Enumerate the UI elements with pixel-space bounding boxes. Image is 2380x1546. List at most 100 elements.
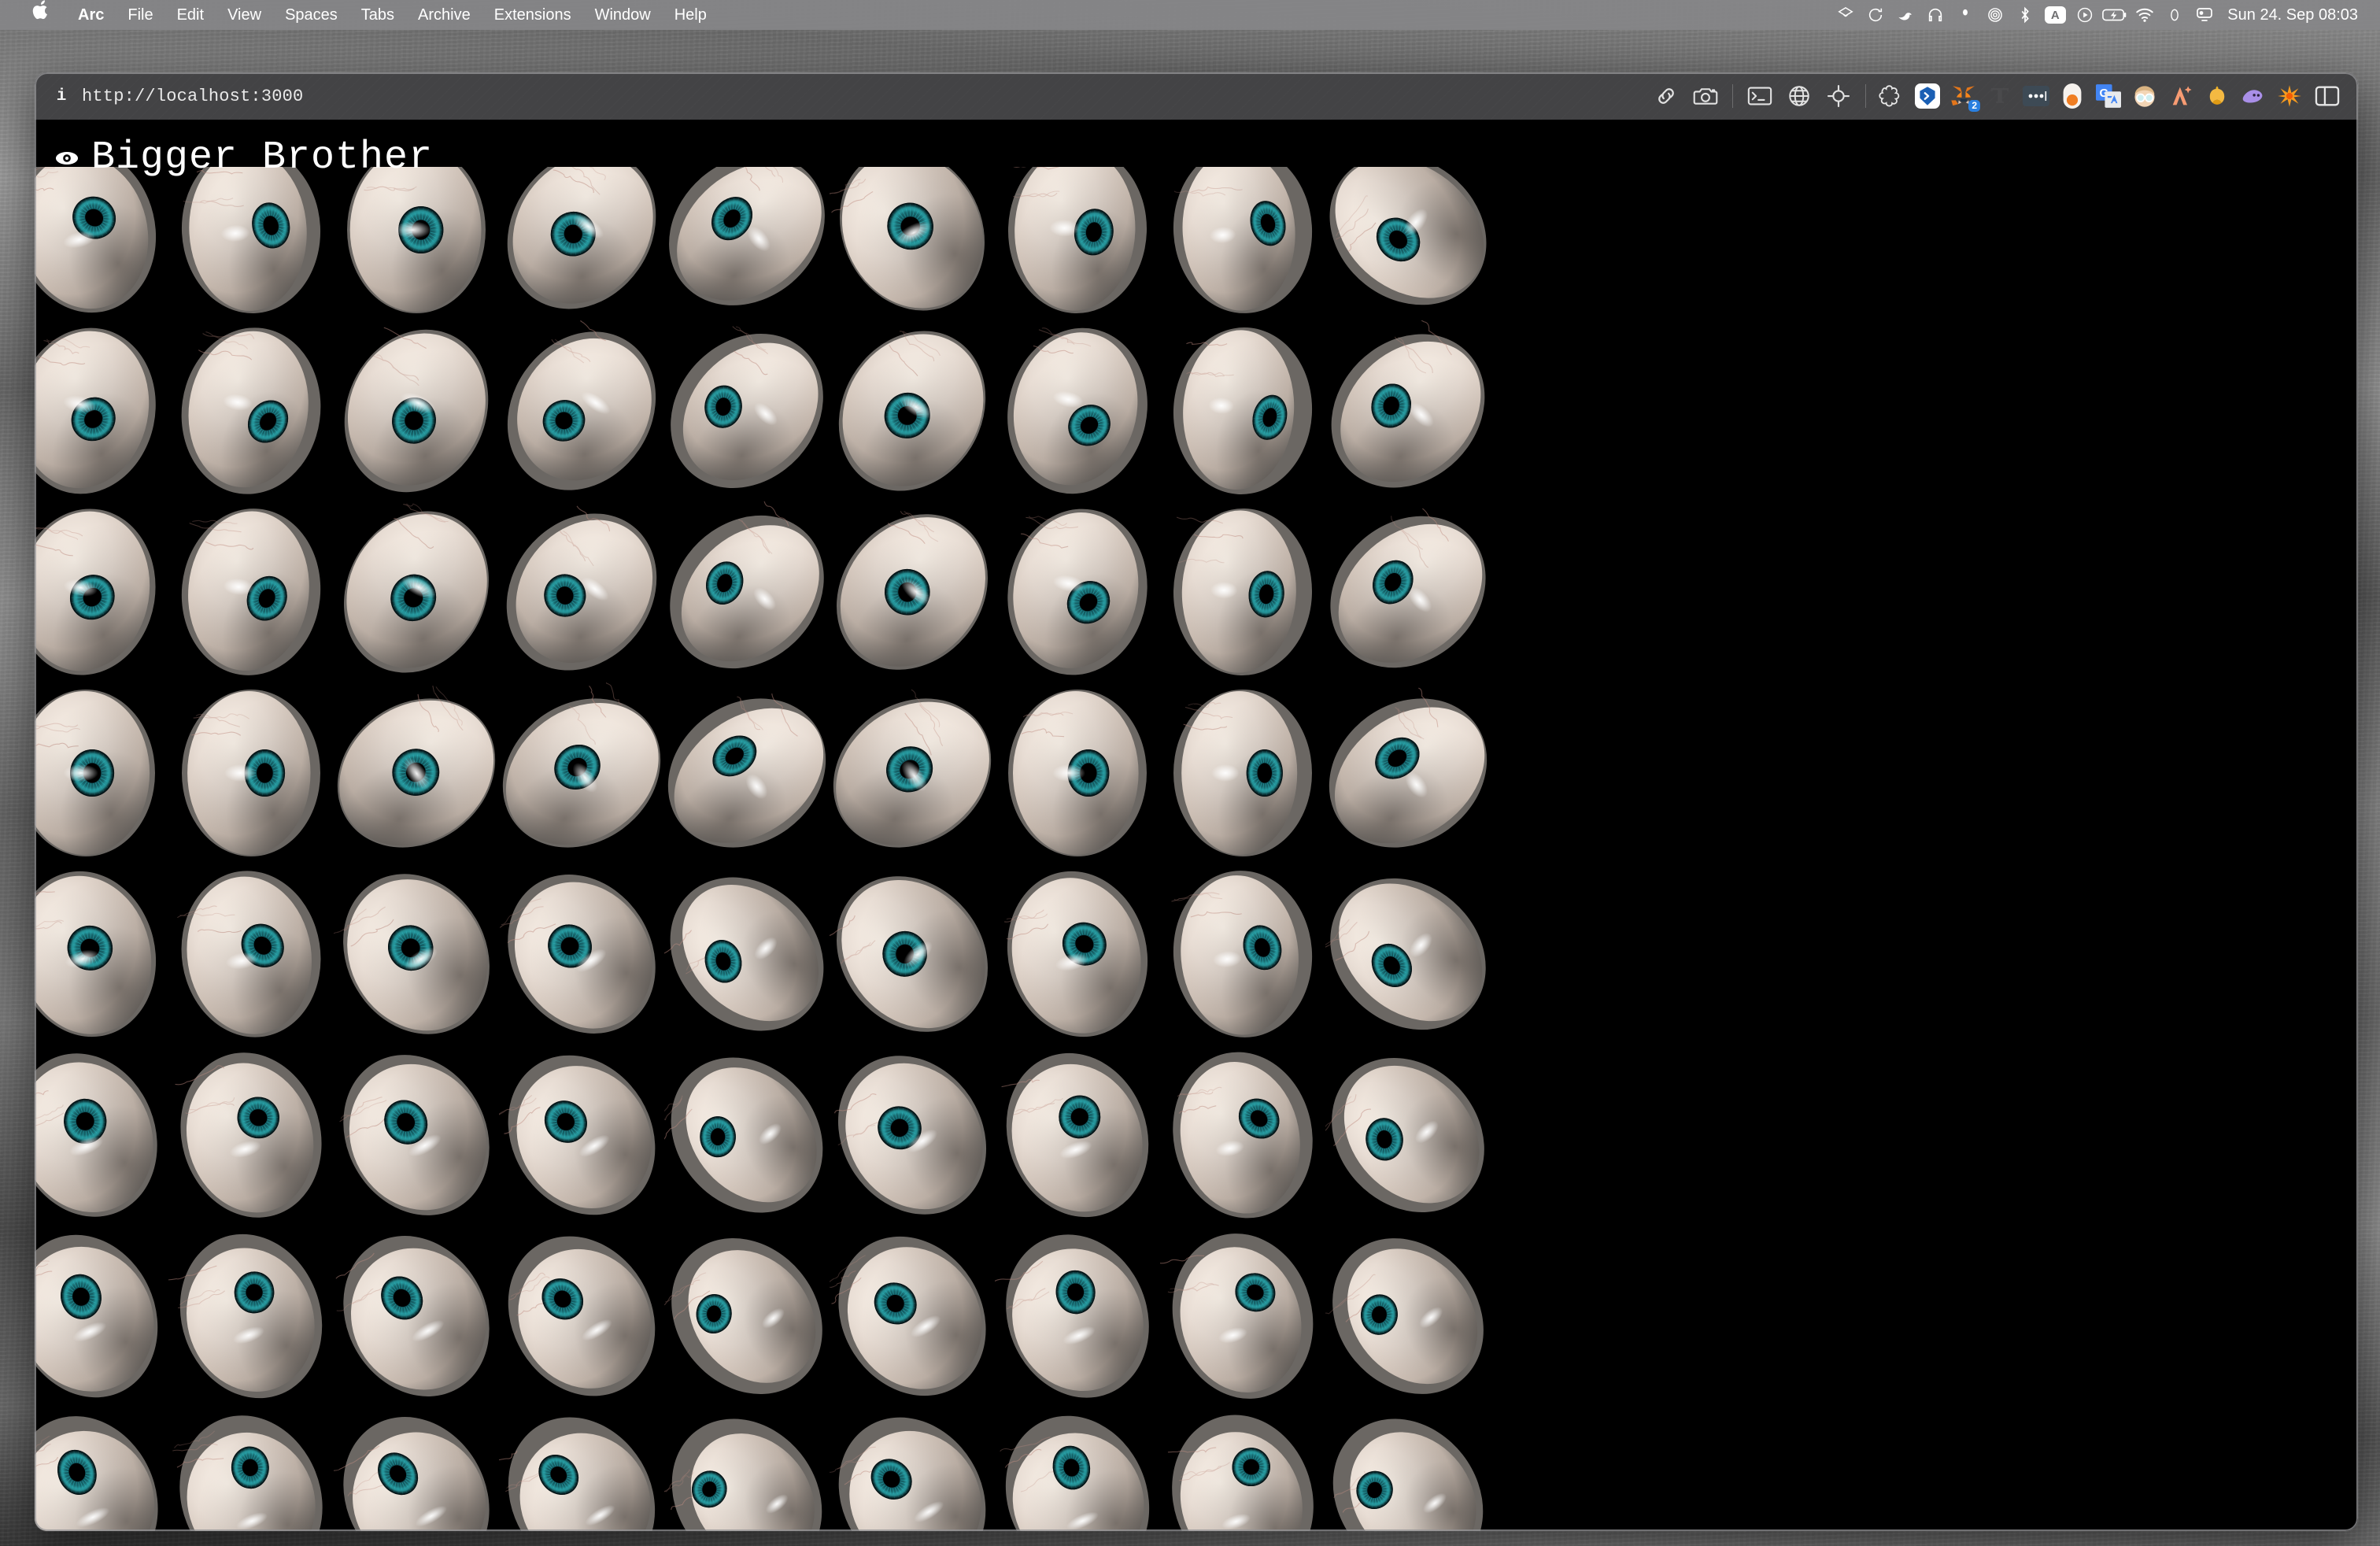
eyeball-cell [168, 167, 334, 320]
menu-bar-clock[interactable]: Sun 24. Sep 08:03 [2219, 6, 2363, 24]
eyeball-cell [995, 167, 1160, 320]
eyeball [830, 501, 995, 682]
eyeball-cell [499, 864, 664, 1045]
crosshair-target-icon[interactable] [1819, 79, 1858, 113]
address-bar-url[interactable]: http://localhost:3000 [76, 87, 303, 106]
eyeball-cell [1325, 1407, 1491, 1531]
eyeball-cell [499, 167, 664, 320]
eyeball [830, 1045, 995, 1226]
eyeball [664, 167, 830, 320]
serif-t-extension-icon[interactable] [1982, 79, 2018, 113]
url-area[interactable]: i http://localhost:3000 [47, 82, 304, 110]
display-icon[interactable] [2190, 0, 2219, 30]
menu-extensions[interactable]: Extensions [482, 0, 583, 30]
eyeball-cell [168, 320, 334, 501]
toolbar-divider [1732, 84, 1733, 108]
eyeball [1325, 320, 1491, 501]
eyeball-cell [499, 1045, 664, 1226]
eyeball-cell [995, 864, 1160, 1045]
globe-icon[interactable] [1779, 79, 1819, 113]
orange-starburst-extension-icon[interactable] [2271, 79, 2308, 113]
password-dots-extension-icon[interactable] [2018, 79, 2054, 113]
eyeball [499, 864, 664, 1045]
google-translate-extension-icon[interactable]: G [2090, 79, 2127, 113]
eyeball [499, 320, 664, 501]
person-icon[interactable] [1950, 0, 1980, 30]
bluetooth-icon[interactable] [2010, 0, 2040, 30]
eyeball-cell [35, 167, 168, 320]
eyeball [830, 682, 995, 864]
wifi-icon[interactable] [2130, 0, 2160, 30]
browser-window: i http://localhost:3000 2 G Bigger Broth… [35, 72, 2358, 1531]
eyeball-cell [35, 501, 168, 682]
eyeball [1160, 1226, 1325, 1407]
bird-icon[interactable] [1890, 0, 1920, 30]
eyeball-cell [1160, 501, 1325, 682]
dropbox-icon[interactable] [1831, 0, 1861, 30]
menu-edit[interactable]: Edit [165, 0, 216, 30]
eyeball [168, 1226, 334, 1407]
eyeball [35, 1226, 168, 1407]
eyeball-cell [830, 320, 995, 501]
eyeball-cell [334, 1226, 499, 1407]
eyeball [664, 1226, 830, 1407]
eyeball [1325, 682, 1491, 864]
eyeball [830, 1226, 995, 1407]
eyeball-cell [499, 320, 664, 501]
blue-chat-extension-icon[interactable] [1909, 79, 1946, 113]
eyeball-cell [334, 167, 499, 320]
purple-ghost-extension-icon[interactable] [2235, 79, 2271, 113]
orange-sparkle-extension-icon[interactable] [2163, 79, 2199, 113]
menu-file[interactable]: File [116, 0, 164, 30]
eyeball [35, 864, 168, 1045]
eyeball-cell [334, 864, 499, 1045]
orange-pill-extension-icon[interactable] [2054, 79, 2090, 113]
camera-icon[interactable] [1686, 79, 1725, 113]
menu-spaces[interactable]: Spaces [273, 0, 349, 30]
terminal-icon[interactable] [1740, 79, 1779, 113]
menu-help[interactable]: Help [663, 0, 719, 30]
menu-window[interactable]: Window [583, 0, 663, 30]
site-info-icon[interactable]: i [47, 82, 76, 110]
eyeball-cell [168, 1226, 334, 1407]
keyboard-input-icon[interactable]: A [2040, 0, 2070, 30]
menu-archive[interactable]: Archive [406, 0, 482, 30]
eyeball-cell [1325, 167, 1491, 320]
eyeball [1160, 320, 1325, 501]
eyeball-cell [995, 1407, 1160, 1531]
menu-view[interactable]: View [216, 0, 273, 30]
eyeball [499, 1226, 664, 1407]
eyeball [334, 320, 499, 501]
split-view-icon[interactable] [2308, 79, 2347, 113]
eyeball-cell [499, 501, 664, 682]
eyeball [168, 320, 334, 501]
airdrop-icon[interactable] [1980, 0, 2010, 30]
yellow-helmet-extension-icon[interactable] [2199, 79, 2235, 113]
metamask-fox-extension-icon[interactable]: 2 [1946, 79, 1982, 113]
eyeball [334, 167, 499, 320]
eyeball [334, 682, 499, 864]
headphones-icon[interactable] [1920, 0, 1950, 30]
battery-charging-icon[interactable] [2100, 0, 2130, 30]
link-icon[interactable] [1646, 79, 1686, 113]
menu-tabs[interactable]: Tabs [349, 0, 406, 30]
control-center-icon[interactable] [2160, 0, 2190, 30]
eyeball-cell [664, 501, 830, 682]
apple-menu[interactable] [20, 0, 66, 30]
puzzle-blob-extension-icon[interactable] [1873, 79, 1909, 113]
eyeball-cell [499, 682, 664, 864]
cloud-sync-icon[interactable] [1861, 0, 1890, 30]
eyeball-cell [168, 1045, 334, 1226]
now-playing-icon[interactable] [2070, 0, 2100, 30]
eyeball-cell [35, 320, 168, 501]
menu-arc[interactable]: Arc [66, 0, 116, 30]
eyeball [1325, 1226, 1491, 1407]
eyeball [995, 167, 1160, 320]
keyboard-language-badge: A [2044, 6, 2066, 24]
toolbar-actions: 2 G [1646, 79, 2347, 113]
eyeball [334, 1045, 499, 1226]
avatar-glasses-extension-icon[interactable] [2127, 79, 2163, 113]
eyeball [35, 167, 168, 320]
eyeball [1325, 864, 1491, 1045]
eyeball-cell [830, 864, 995, 1045]
